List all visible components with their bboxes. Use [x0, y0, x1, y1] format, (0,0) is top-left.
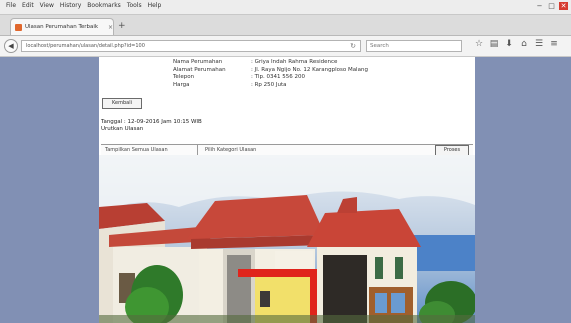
web-page: Nama Perumahan : Griya Indah Rahma Resid…: [99, 57, 475, 323]
info-row: Nama Perumahan : Griya Indah Rahma Resid…: [173, 59, 368, 67]
menu-items: File Edit View History Bookmarks Tools H…: [6, 2, 161, 9]
tab-close-icon[interactable]: ×: [108, 24, 113, 31]
sidebar-icon[interactable]: ☰: [534, 39, 544, 49]
info-label: Nama Perumahan: [173, 59, 223, 65]
date-text: Tanggal : 12-09-2016 Jam 10:15 WIB: [101, 119, 202, 125]
tab-active[interactable]: Ulasan Perumahan Terbaik ×: [10, 18, 114, 35]
window-controls: − □ ✕: [535, 2, 568, 10]
info-label: Alamat Perumahan: [173, 66, 226, 73]
menu-bookmarks[interactable]: Bookmarks: [87, 2, 121, 9]
menu-file[interactable]: File: [6, 2, 16, 9]
back-button[interactable]: ◀: [4, 39, 18, 53]
sort-label: Urutkan Ulasan: [101, 126, 144, 132]
navigation-bar: ◀ localhost/perumahan/ulasan/detail.php?…: [0, 36, 571, 57]
info-row: Telepon : Tlp. 0341 556 200: [173, 74, 368, 82]
menu-help[interactable]: Help: [148, 2, 162, 9]
info-value: : Rp 250 Juta: [251, 81, 287, 88]
info-value: : Griya Indah Rahma Residence: [251, 59, 338, 65]
back-page-button[interactable]: Kembali: [102, 98, 142, 109]
info-value: : Tlp. 0341 556 200: [251, 74, 305, 80]
maximize-button[interactable]: □: [547, 2, 556, 10]
menu-view[interactable]: View: [40, 2, 54, 9]
menu-hamburger-icon[interactable]: ≡: [549, 39, 559, 49]
filter-all-option[interactable]: Tampilkan Semua Ulasan: [105, 147, 168, 153]
reload-icon[interactable]: ↻: [350, 42, 356, 50]
close-window-button[interactable]: ✕: [559, 2, 568, 10]
menu-edit[interactable]: Edit: [22, 2, 34, 9]
menu-tools[interactable]: Tools: [127, 2, 142, 9]
desktop-background: File Edit View History Bookmarks Tools H…: [0, 0, 571, 323]
info-label: Telepon: [173, 74, 195, 80]
search-input[interactable]: Search: [366, 40, 462, 52]
info-value: : Jl. Raya Ngijo No. 12 Karangploso Mala…: [251, 66, 368, 73]
reading-list-icon[interactable]: ▤: [489, 39, 499, 49]
house-photo: [99, 155, 475, 323]
url-text: localhost/perumahan/ulasan/detail.php?id…: [26, 43, 145, 49]
new-tab-button[interactable]: +: [118, 21, 126, 31]
home-icon[interactable]: ⌂: [519, 39, 529, 49]
url-bar[interactable]: localhost/perumahan/ulasan/detail.php?id…: [21, 40, 361, 52]
tab-title: Ulasan Perumahan Terbaik: [25, 24, 99, 30]
menu-history[interactable]: History: [60, 2, 81, 9]
browser-menubar: File Edit View History Bookmarks Tools H…: [0, 0, 571, 15]
minimize-button[interactable]: −: [535, 2, 544, 10]
info-row: Alamat Perumahan : Jl. Raya Ngijo No. 12…: [173, 67, 368, 75]
filter-category-select[interactable]: Pilih Kategori Ulasan: [205, 147, 256, 153]
bookmark-star-icon[interactable]: ☆: [474, 39, 484, 49]
info-row: Harga : Rp 250 Juta: [173, 82, 368, 90]
download-icon[interactable]: ⬇: [504, 39, 514, 49]
filter-divider: [197, 145, 198, 155]
info-label: Harga: [173, 81, 190, 88]
toolbar-icons: ☆ ▤ ⬇ ⌂ ☰ ≡: [474, 39, 559, 49]
tab-bar: Ulasan Perumahan Terbaik × +: [0, 15, 571, 36]
favicon-icon: [15, 23, 22, 31]
housing-info: Nama Perumahan : Griya Indah Rahma Resid…: [173, 59, 368, 89]
